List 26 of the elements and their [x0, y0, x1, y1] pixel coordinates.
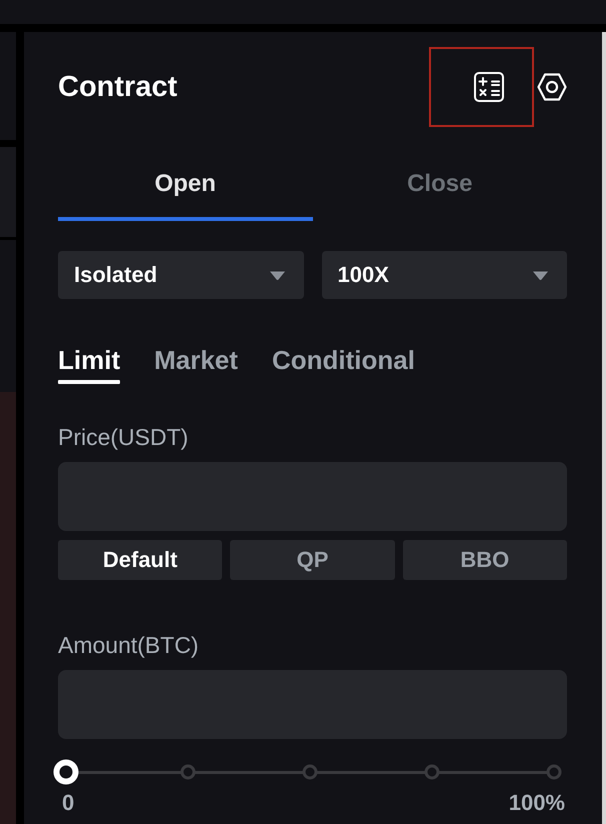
slider-thumb[interactable]	[53, 759, 79, 785]
slider-tick-icon[interactable]	[424, 764, 440, 780]
order-type-tab[interactable]: Limit	[58, 344, 120, 384]
price-mode-button[interactable]: QP	[230, 540, 395, 580]
panel-title: Contract	[58, 70, 178, 104]
slider-min-label: 0	[62, 790, 74, 816]
settings-icon[interactable]	[537, 73, 567, 101]
dropdown-select[interactable]: 100X	[322, 251, 567, 299]
field-label: Amount(BTC)	[58, 633, 199, 657]
slider-max-label: 100%	[508, 790, 565, 816]
calculator-icon[interactable]	[474, 72, 504, 102]
dropdown-value: 100X	[338, 262, 389, 288]
slider-tick-icon[interactable]	[180, 764, 196, 780]
order-type-tab[interactable]: Market	[154, 344, 238, 384]
caret-icon	[268, 270, 286, 280]
dropdown-value: Isolated	[74, 262, 158, 288]
caret-icon	[532, 270, 549, 280]
dropdown-select[interactable]: Isolated	[58, 251, 304, 299]
price-mode-button[interactable]: BBO	[402, 540, 567, 580]
slider-tick-icon[interactable]	[546, 764, 562, 780]
field-label: Price(USDT)	[58, 425, 188, 449]
position-tab[interactable]: Open	[58, 156, 312, 221]
order-type-tab[interactable]: Conditional	[272, 344, 415, 384]
position-tab[interactable]: Close	[312, 156, 567, 221]
slider-tick-icon[interactable]	[302, 764, 318, 780]
price-mode-button[interactable]: Default	[58, 540, 222, 580]
